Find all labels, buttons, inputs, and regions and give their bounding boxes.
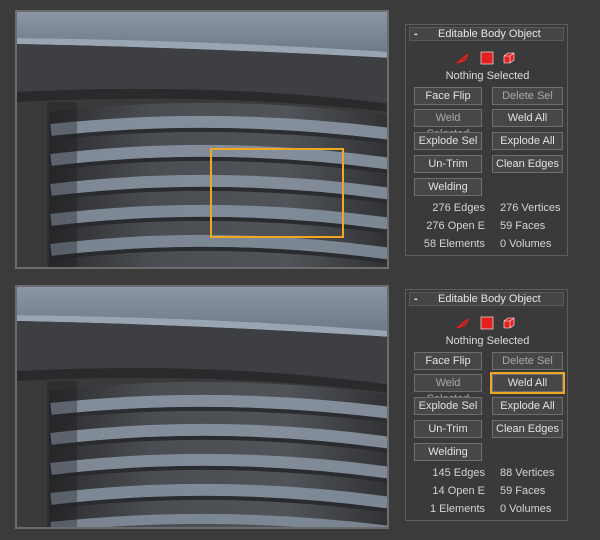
volumes-count: 0 Volumes xyxy=(500,238,552,250)
edges-count: 276 Edges xyxy=(432,202,485,214)
selection-status: Nothing Selected xyxy=(445,70,530,82)
welding-button[interactable]: Welding xyxy=(414,443,482,461)
weld-selected-button[interactable]: Weld Selected xyxy=(414,109,482,140)
delete-sel-button[interactable]: Delete Sel xyxy=(492,87,563,105)
rollout-title: Editable Body Object xyxy=(438,28,541,40)
rollout-header[interactable]: - Editable Body Object xyxy=(409,292,564,306)
body-icon[interactable] xyxy=(502,316,516,330)
un-trim-button[interactable]: Un-Trim xyxy=(414,420,482,438)
threaded-cylinder-render xyxy=(17,287,387,527)
weld-all-button[interactable]: Weld All xyxy=(490,372,565,394)
face-icon[interactable] xyxy=(480,316,494,330)
selection-mode-toolbar xyxy=(456,316,516,330)
weld-all-button[interactable]: Weld All xyxy=(492,109,563,127)
faces-count: 59 Faces xyxy=(500,220,546,232)
editable-body-panel-before: - Editable Body Object Nothing Selected … xyxy=(405,24,568,256)
open-edges-count: 276 Open E xyxy=(426,220,485,232)
clean-edges-button[interactable]: Clean Edges xyxy=(492,155,563,173)
face-flip-button[interactable]: Face Flip xyxy=(414,352,482,370)
selection-mode-toolbar xyxy=(456,51,516,65)
select-arrow-icon[interactable] xyxy=(456,51,470,65)
explode-sel-button[interactable]: Explode Sel xyxy=(414,132,482,150)
open-edges-count: 14 Open E xyxy=(432,485,485,497)
select-arrow-icon[interactable] xyxy=(456,316,470,330)
edges-count: 145 Edges xyxy=(432,467,485,479)
vertices-count: 276 Vertices xyxy=(500,202,561,214)
volumes-count: 0 Volumes xyxy=(500,503,552,515)
weld-selected-button[interactable]: Weld Selected xyxy=(414,374,482,405)
rollout-header[interactable]: - Editable Body Object xyxy=(409,27,564,41)
elements-count: 58 Elements xyxy=(423,238,485,250)
clean-edges-button[interactable]: Clean Edges xyxy=(492,420,563,438)
un-trim-button[interactable]: Un-Trim xyxy=(414,155,482,173)
vertices-count: 88 Vertices xyxy=(500,467,555,479)
face-icon[interactable] xyxy=(480,51,494,65)
collapse-toggle[interactable]: - xyxy=(414,28,418,40)
selection-highlight-box xyxy=(210,148,344,238)
editable-body-panel-after: - Editable Body Object Nothing Selected … xyxy=(405,289,568,521)
rollout-title: Editable Body Object xyxy=(438,293,541,305)
elements-count: 1 Elements xyxy=(429,503,485,515)
collapse-toggle[interactable]: - xyxy=(414,293,418,305)
explode-all-button[interactable]: Explode All xyxy=(492,397,563,415)
viewport-after[interactable] xyxy=(15,285,389,529)
selection-status: Nothing Selected xyxy=(445,335,530,347)
body-icon[interactable] xyxy=(502,51,516,65)
welding-button[interactable]: Welding xyxy=(414,178,482,196)
explode-sel-button[interactable]: Explode Sel xyxy=(414,397,482,415)
face-flip-button[interactable]: Face Flip xyxy=(414,87,482,105)
delete-sel-button[interactable]: Delete Sel xyxy=(492,352,563,370)
explode-all-button[interactable]: Explode All xyxy=(492,132,563,150)
faces-count: 59 Faces xyxy=(500,485,546,497)
